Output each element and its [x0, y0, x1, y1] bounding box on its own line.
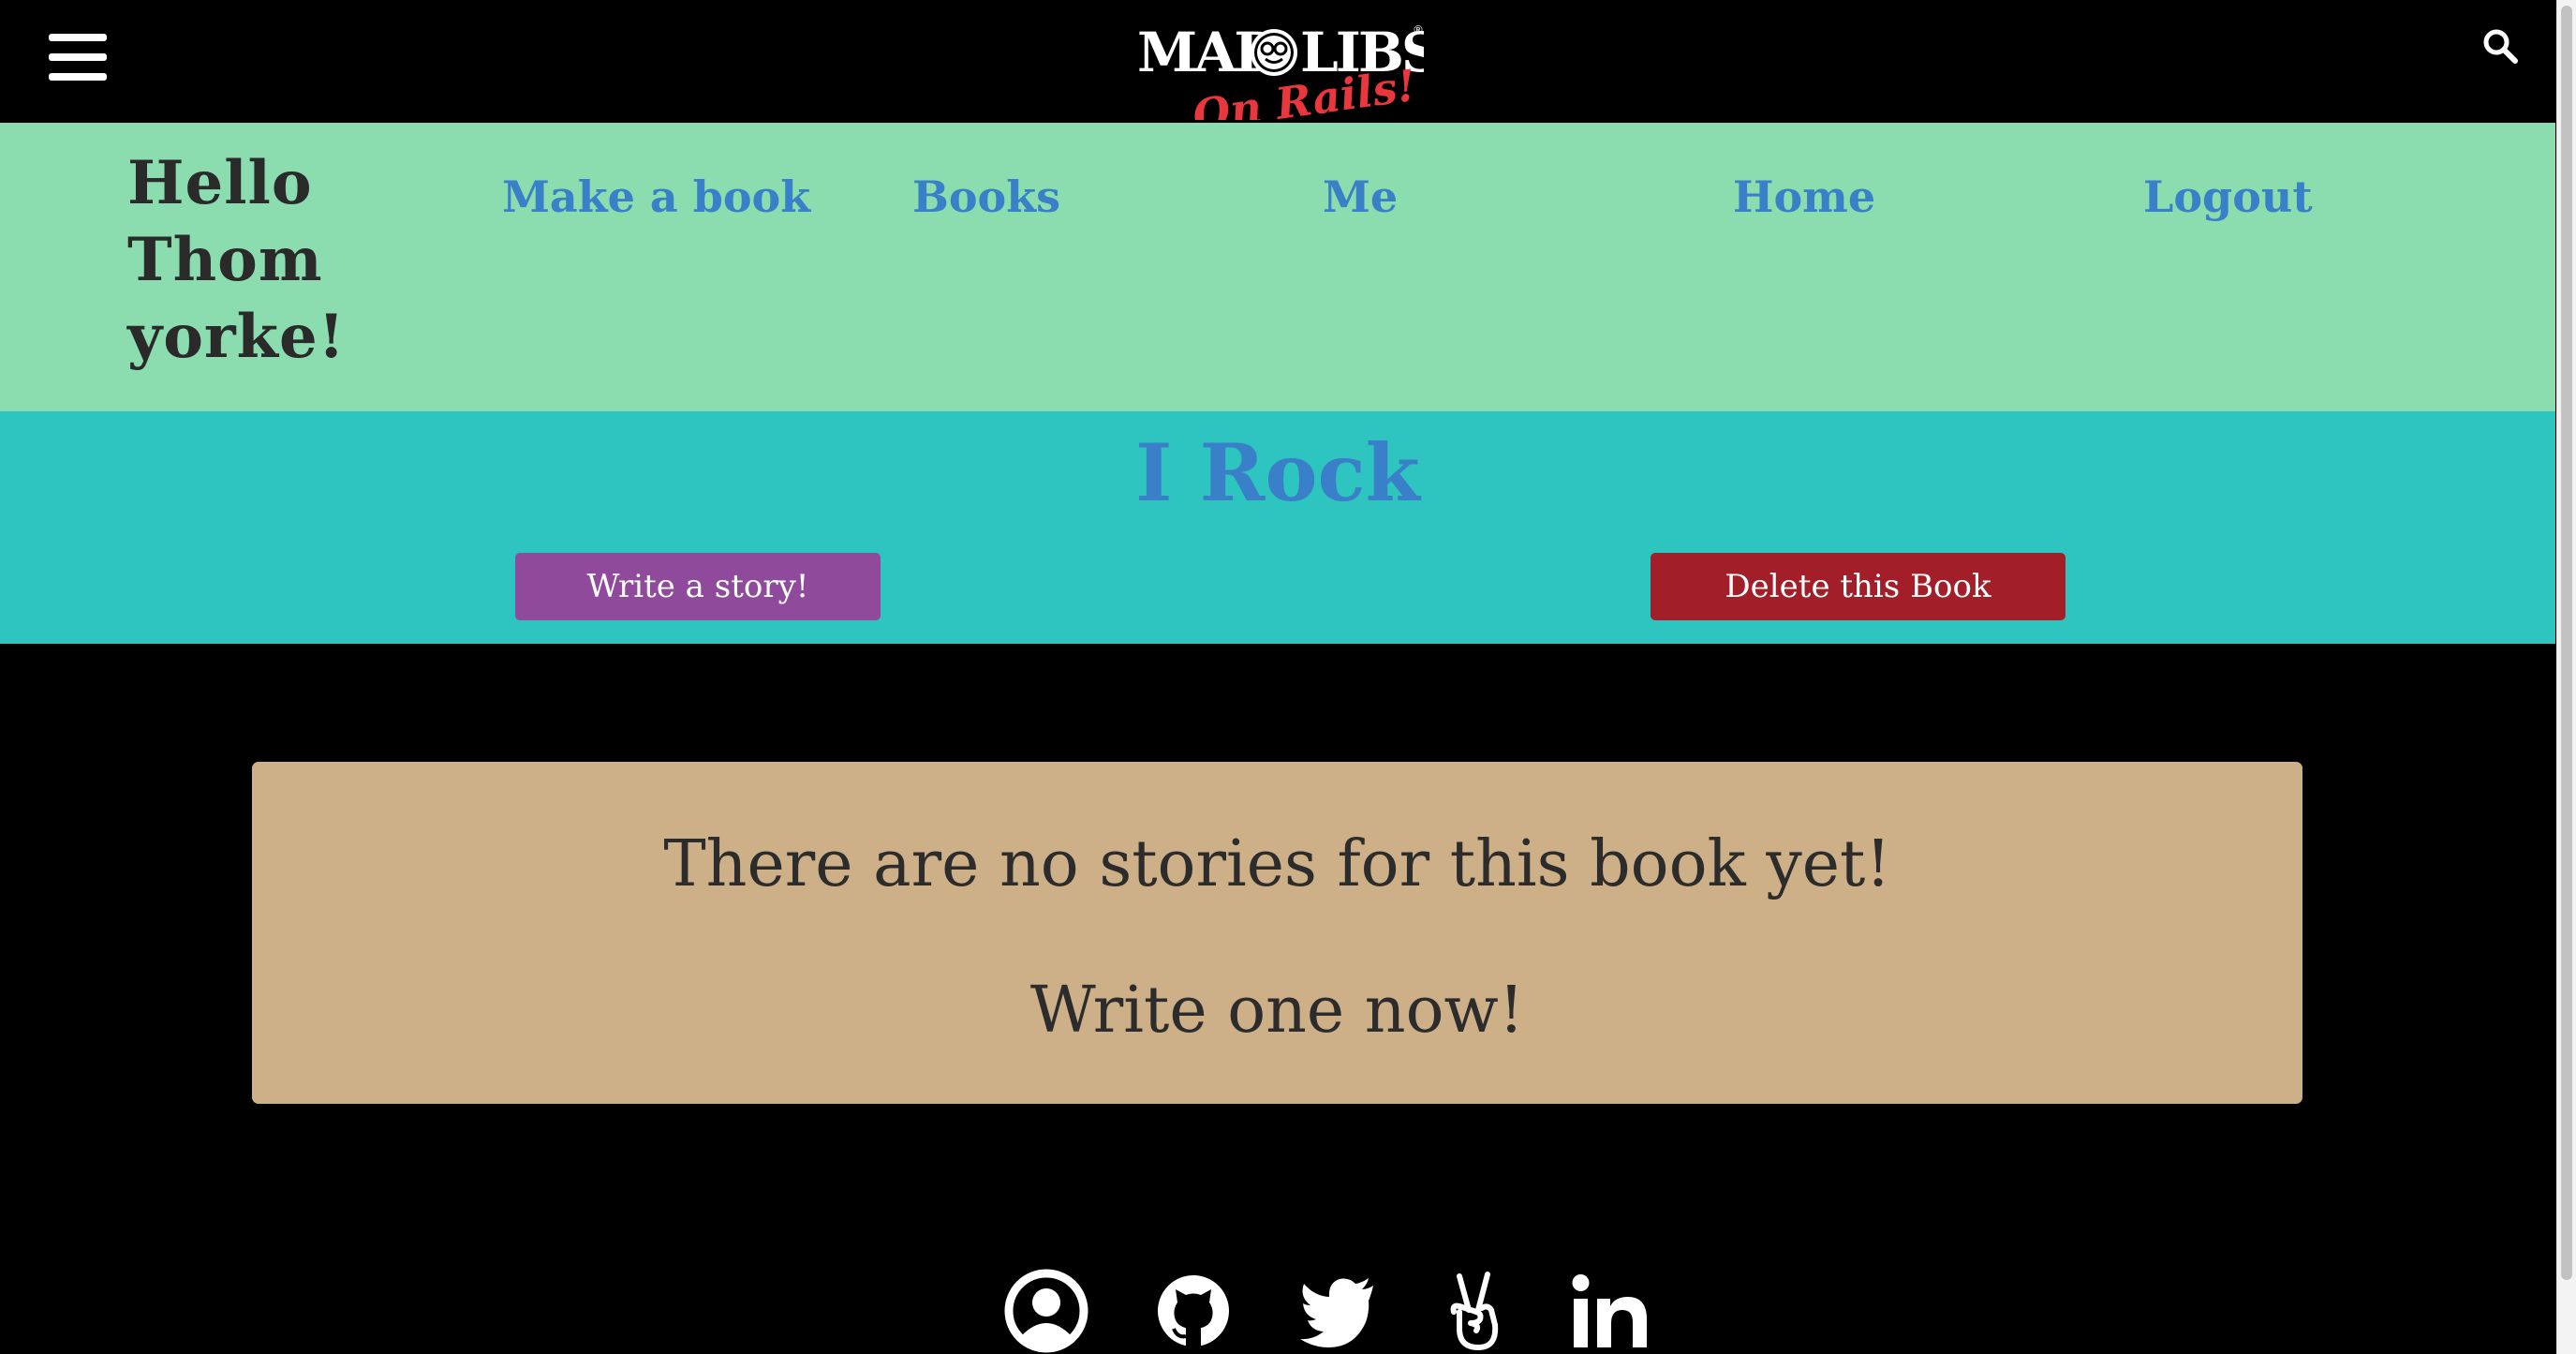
- page: MAD LIBS ® On Rails! Hello Thom yorke! M…: [0, 0, 2555, 1354]
- hamburger-menu-icon[interactable]: [49, 34, 107, 81]
- empty-message: There are no stories for this book yet!: [663, 827, 1891, 901]
- user-greeting: Hello Thom yorke!: [127, 145, 371, 376]
- book-header: I Rock Write a story! Delete this Book: [0, 411, 2555, 644]
- greeting-line: yorke!: [127, 302, 346, 372]
- nav-link-home[interactable]: Home: [1733, 171, 1875, 222]
- book-title: I Rock: [1135, 426, 1420, 519]
- delete-book-button[interactable]: Delete this Book: [1651, 553, 2065, 620]
- top-bar: MAD LIBS ® On Rails!: [0, 0, 2555, 123]
- greeting-line: Thom: [127, 225, 323, 295]
- github-icon[interactable]: [1151, 1269, 1236, 1353]
- madlibs-logo[interactable]: MAD LIBS ® On Rails!: [1133, 17, 1424, 120]
- greeting-line: Hello: [127, 148, 313, 218]
- nav-link-logout[interactable]: Logout: [2143, 171, 2313, 222]
- twitter-icon[interactable]: [1296, 1269, 1381, 1353]
- nav-band: Hello Thom yorke! Make a book Books Me H…: [0, 123, 2555, 411]
- page-scrollbar[interactable]: [2556, 0, 2576, 1354]
- write-story-button[interactable]: Write a story!: [515, 553, 881, 620]
- user-circle-icon[interactable]: [1004, 1269, 1088, 1353]
- empty-call-to-action: Write one now!: [1029, 974, 1525, 1048]
- svg-text:®: ®: [1413, 23, 1424, 37]
- angellist-icon[interactable]: [1431, 1269, 1516, 1353]
- nav-link-books[interactable]: Books: [912, 171, 1060, 222]
- footer-social-icons: [0, 1265, 2555, 1354]
- empty-stories-card: There are no stories for this book yet! …: [252, 762, 2302, 1104]
- scrollbar-thumb[interactable]: [2561, 6, 2572, 1280]
- nav-link-me[interactable]: Me: [1323, 171, 1398, 222]
- nav-link-make-a-book[interactable]: Make a book: [502, 171, 810, 222]
- linkedin-icon[interactable]: [1568, 1269, 1652, 1353]
- search-icon[interactable]: [2482, 28, 2518, 64]
